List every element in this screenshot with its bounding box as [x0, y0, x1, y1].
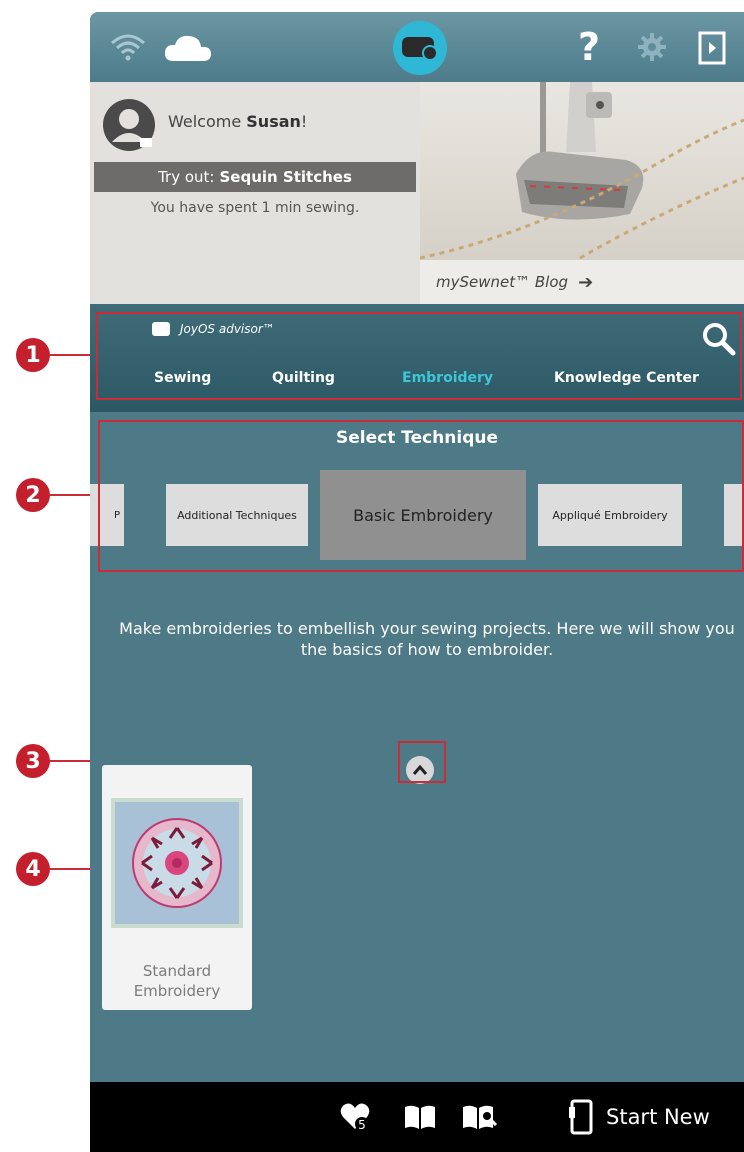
gear-icon[interactable] — [634, 28, 670, 66]
welcome-panel: Welcome Susan! Try out: Sequin Stitches … — [90, 82, 420, 304]
start-new-button[interactable]: Start New — [568, 1098, 710, 1136]
device-screen: ? Welcome Susan! Try out: Sequin Stitche… — [90, 12, 744, 1152]
callout-3: 3 — [16, 744, 50, 778]
technique-description: Make embroideries to embellish your sewi… — [119, 619, 735, 659]
callout-2: 2 — [16, 478, 50, 512]
try-out-item: Sequin Stitches — [219, 168, 352, 186]
user-name: Susan — [246, 112, 301, 131]
bottom-bar: 5 Start New — [90, 1082, 744, 1152]
project-card-standard-embroidery[interactable]: Standard Embroidery — [102, 765, 252, 1010]
project-card-label: Standard Embroidery — [133, 962, 221, 1000]
blog-link[interactable]: mySewnet™ Blog ➔ — [420, 260, 744, 304]
arrow-right-icon: ➔ — [578, 271, 594, 293]
blog-tile[interactable]: mySewnet™ Blog ➔ — [420, 82, 744, 304]
highlight-box-2 — [98, 420, 744, 572]
callout-4: 4 — [16, 852, 50, 886]
embroidery-design-thumbnail — [111, 798, 243, 928]
time-spent-text: You have spent 1 min sewing. — [150, 200, 360, 216]
welcome-message: Welcome Susan! — [168, 112, 308, 131]
favorites-count: 5 — [358, 1118, 366, 1132]
highlight-box-1 — [96, 312, 742, 400]
page: 1 2 3 4 ? Welcome Susan! Try out: Sequin… — [0, 0, 744, 1152]
try-out-banner[interactable]: Try out: Sequin Stitches — [94, 162, 416, 192]
avatar — [102, 98, 156, 152]
exit-icon[interactable] — [694, 28, 730, 68]
start-new-icon — [569, 1099, 593, 1135]
book-icon[interactable] — [402, 1102, 438, 1132]
highlight-box-3 — [398, 741, 446, 783]
help-icon[interactable]: ? — [574, 25, 604, 69]
favorites-icon[interactable]: 5 — [338, 1100, 372, 1134]
book-search-icon[interactable] — [460, 1102, 500, 1132]
cloud-icon[interactable] — [160, 32, 216, 64]
presser-foot-photo — [420, 82, 744, 260]
machine-icon[interactable] — [388, 20, 452, 76]
top-bar: ? — [90, 12, 744, 82]
wifi-icon[interactable] — [108, 30, 148, 64]
callout-1: 1 — [16, 338, 50, 372]
